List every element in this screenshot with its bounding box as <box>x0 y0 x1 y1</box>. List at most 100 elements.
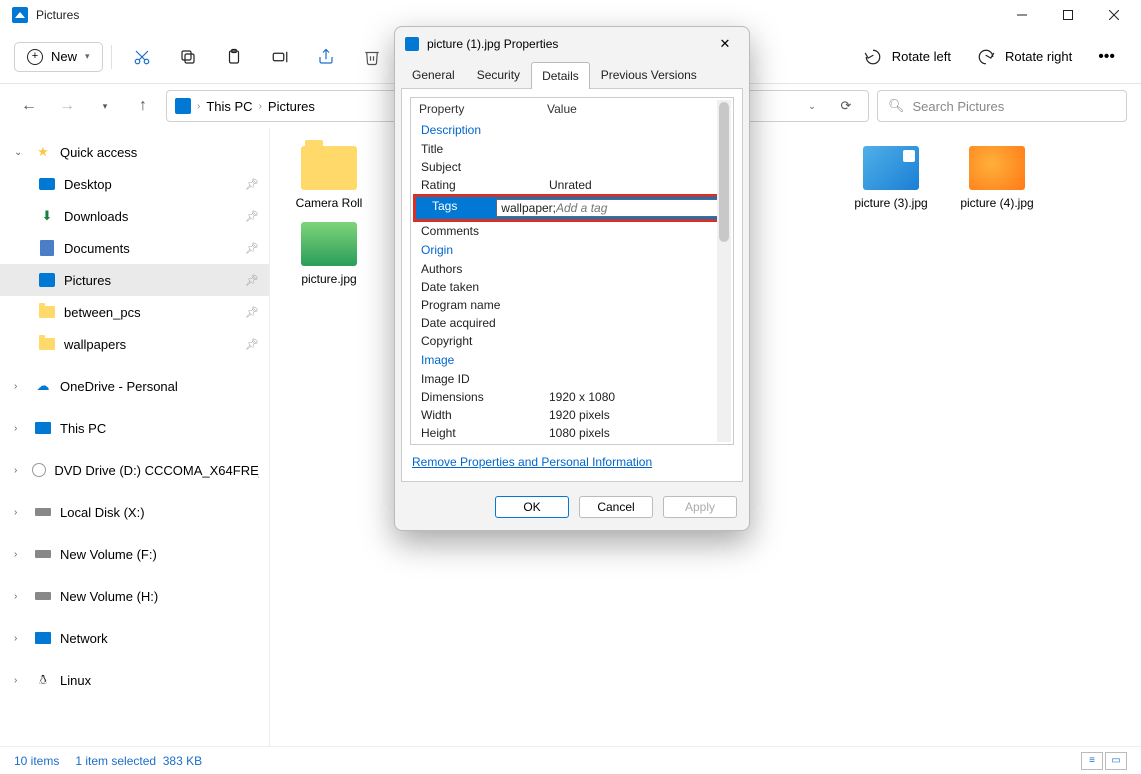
prop-dimensions[interactable]: Dimensions1920 x 1080 <box>411 388 733 406</box>
sidebar-volh[interactable]: ›New Volume (H:) <box>0 580 269 612</box>
folder-icon <box>39 338 55 350</box>
maximize-button[interactable] <box>1045 0 1091 30</box>
recent-button[interactable]: ▾ <box>90 91 120 121</box>
remove-properties-link[interactable]: Remove Properties and Personal Informati… <box>412 455 734 469</box>
file-camera-roll[interactable]: Camera Roll <box>290 146 368 210</box>
pin-icon: 📌︎ <box>245 338 259 351</box>
dialog-titlebar[interactable]: picture (1).jpg Properties ✕ <box>395 27 749 61</box>
file-picture4[interactable]: picture (4).jpg <box>958 146 1036 210</box>
sidebar-network[interactable]: ›Network <box>0 622 269 654</box>
pictures-icon <box>39 273 55 287</box>
tab-general[interactable]: General <box>401 61 466 88</box>
breadcrumb-seg[interactable]: Pictures <box>268 99 315 114</box>
cancel-button[interactable]: Cancel <box>579 496 653 518</box>
pin-icon: 📌︎ <box>245 306 259 319</box>
tags-input[interactable]: wallpaper; <box>496 199 718 217</box>
download-icon: ⬇ <box>38 207 56 225</box>
sidebar-onedrive[interactable]: ›☁OneDrive - Personal <box>0 370 269 402</box>
apply-button[interactable]: Apply <box>663 496 737 518</box>
share-button[interactable] <box>304 39 348 75</box>
pin-icon: 📌︎ <box>245 242 259 255</box>
picture-icon <box>405 37 419 51</box>
tags-text-field[interactable] <box>556 201 713 215</box>
drive-icon <box>35 508 51 516</box>
folder-icon <box>39 306 55 318</box>
sidebar-wallpapers[interactable]: wallpapers📌︎ <box>0 328 269 360</box>
copy-button[interactable] <box>166 39 210 75</box>
more-button[interactable]: ••• <box>1086 42 1127 72</box>
document-icon <box>40 240 54 256</box>
file-picture3[interactable]: picture (3).jpg <box>852 146 930 210</box>
properties-scrollbar[interactable] <box>717 100 731 442</box>
tab-details[interactable]: Details <box>531 62 590 89</box>
prop-subject[interactable]: Subject <box>411 158 733 176</box>
prop-image-id[interactable]: Image ID <box>411 370 733 388</box>
sidebar-dvd[interactable]: ›DVD Drive (D:) CCCOMA_X64FRE_EN-US <box>0 454 269 486</box>
prop-program[interactable]: Program name <box>411 296 733 314</box>
sidebar-localx[interactable]: ›Local Disk (X:) <box>0 496 269 528</box>
prop-date-taken[interactable]: Date taken <box>411 278 733 296</box>
chevron-down-icon: ▾ <box>85 51 90 62</box>
sidebar-volf[interactable]: ›New Volume (F:) <box>0 538 269 570</box>
rotate-right-icon <box>977 48 995 66</box>
sidebar-documents[interactable]: Documents📌︎ <box>0 232 269 264</box>
ok-button[interactable]: OK <box>495 496 569 518</box>
prop-copyright[interactable]: Copyright <box>411 332 733 350</box>
close-button[interactable] <box>1091 0 1137 30</box>
minimize-button[interactable] <box>999 0 1045 30</box>
section-origin: Origin <box>411 240 733 260</box>
prop-authors[interactable]: Authors <box>411 260 733 278</box>
pictures-app-icon <box>12 7 28 23</box>
sidebar-pictures[interactable]: Pictures📌︎ <box>0 264 269 296</box>
tab-previous-versions[interactable]: Previous Versions <box>590 61 708 88</box>
pictures-icon <box>175 98 191 114</box>
pin-icon: 📌︎ <box>245 274 259 287</box>
pin-icon: 📌︎ <box>245 178 259 191</box>
plus-icon: + <box>27 49 43 65</box>
dialog-close-button[interactable]: ✕ <box>711 32 739 56</box>
drive-icon <box>35 550 51 558</box>
prop-width[interactable]: Width1920 pixels <box>411 406 733 424</box>
forward-button[interactable]: → <box>52 91 82 121</box>
refresh-button[interactable]: ⟳ <box>832 90 860 122</box>
prop-hres[interactable]: Horizontal resolution96 dpi <box>411 442 733 445</box>
sidebar-downloads[interactable]: ⬇Downloads📌︎ <box>0 200 269 232</box>
prop-rating[interactable]: RatingUnrated <box>411 176 733 194</box>
sidebar-thispc[interactable]: ›This PC <box>0 412 269 444</box>
disc-icon <box>32 463 46 477</box>
up-button[interactable]: ↑ <box>128 91 158 121</box>
pc-icon <box>35 422 51 434</box>
view-list-button[interactable]: ≡ <box>1081 752 1103 770</box>
prop-comments[interactable]: Comments <box>411 222 733 240</box>
dialog-tabs: General Security Details Previous Versio… <box>395 61 749 88</box>
tab-security[interactable]: Security <box>466 61 531 88</box>
rotate-left-icon <box>864 48 882 66</box>
prop-date-acquired[interactable]: Date acquired <box>411 314 733 332</box>
back-button[interactable]: ← <box>14 91 44 121</box>
linux-icon: 🐧︎ <box>34 671 52 689</box>
sidebar-quick-access[interactable]: ⌄★Quick access <box>0 136 269 168</box>
search-box[interactable]: 🔍︎ Search Pictures <box>877 90 1127 122</box>
paste-button[interactable] <box>212 39 256 75</box>
file-picture[interactable]: picture.jpg <box>290 222 368 292</box>
new-button[interactable]: + New ▾ <box>14 42 103 72</box>
rename-button[interactable] <box>258 39 302 75</box>
cut-button[interactable] <box>120 39 164 75</box>
drive-icon <box>35 592 51 600</box>
prop-height[interactable]: Height1080 pixels <box>411 424 733 442</box>
view-grid-button[interactable]: ▭ <box>1105 752 1127 770</box>
sidebar-between-pcs[interactable]: between_pcs📌︎ <box>0 296 269 328</box>
image-thumb <box>969 146 1025 190</box>
sidebar-linux[interactable]: ›🐧︎Linux <box>0 664 269 696</box>
breadcrumb-seg[interactable]: This PC <box>206 99 252 114</box>
rotate-right-button[interactable]: Rotate right <box>965 42 1084 72</box>
prop-title[interactable]: Title <box>411 140 733 158</box>
rotate-left-button[interactable]: Rotate left <box>852 42 963 72</box>
chevron-right-icon: › <box>259 101 262 112</box>
dialog-title: picture (1).jpg Properties <box>427 37 558 51</box>
prop-tags[interactable]: Tags wallpaper; <box>413 194 731 222</box>
sidebar-desktop[interactable]: Desktop📌︎ <box>0 168 269 200</box>
delete-button[interactable] <box>350 39 394 75</box>
sidebar: ⌄★Quick access Desktop📌︎ ⬇Downloads📌︎ Do… <box>0 128 270 746</box>
address-dropdown[interactable]: ⌄ <box>798 90 826 122</box>
